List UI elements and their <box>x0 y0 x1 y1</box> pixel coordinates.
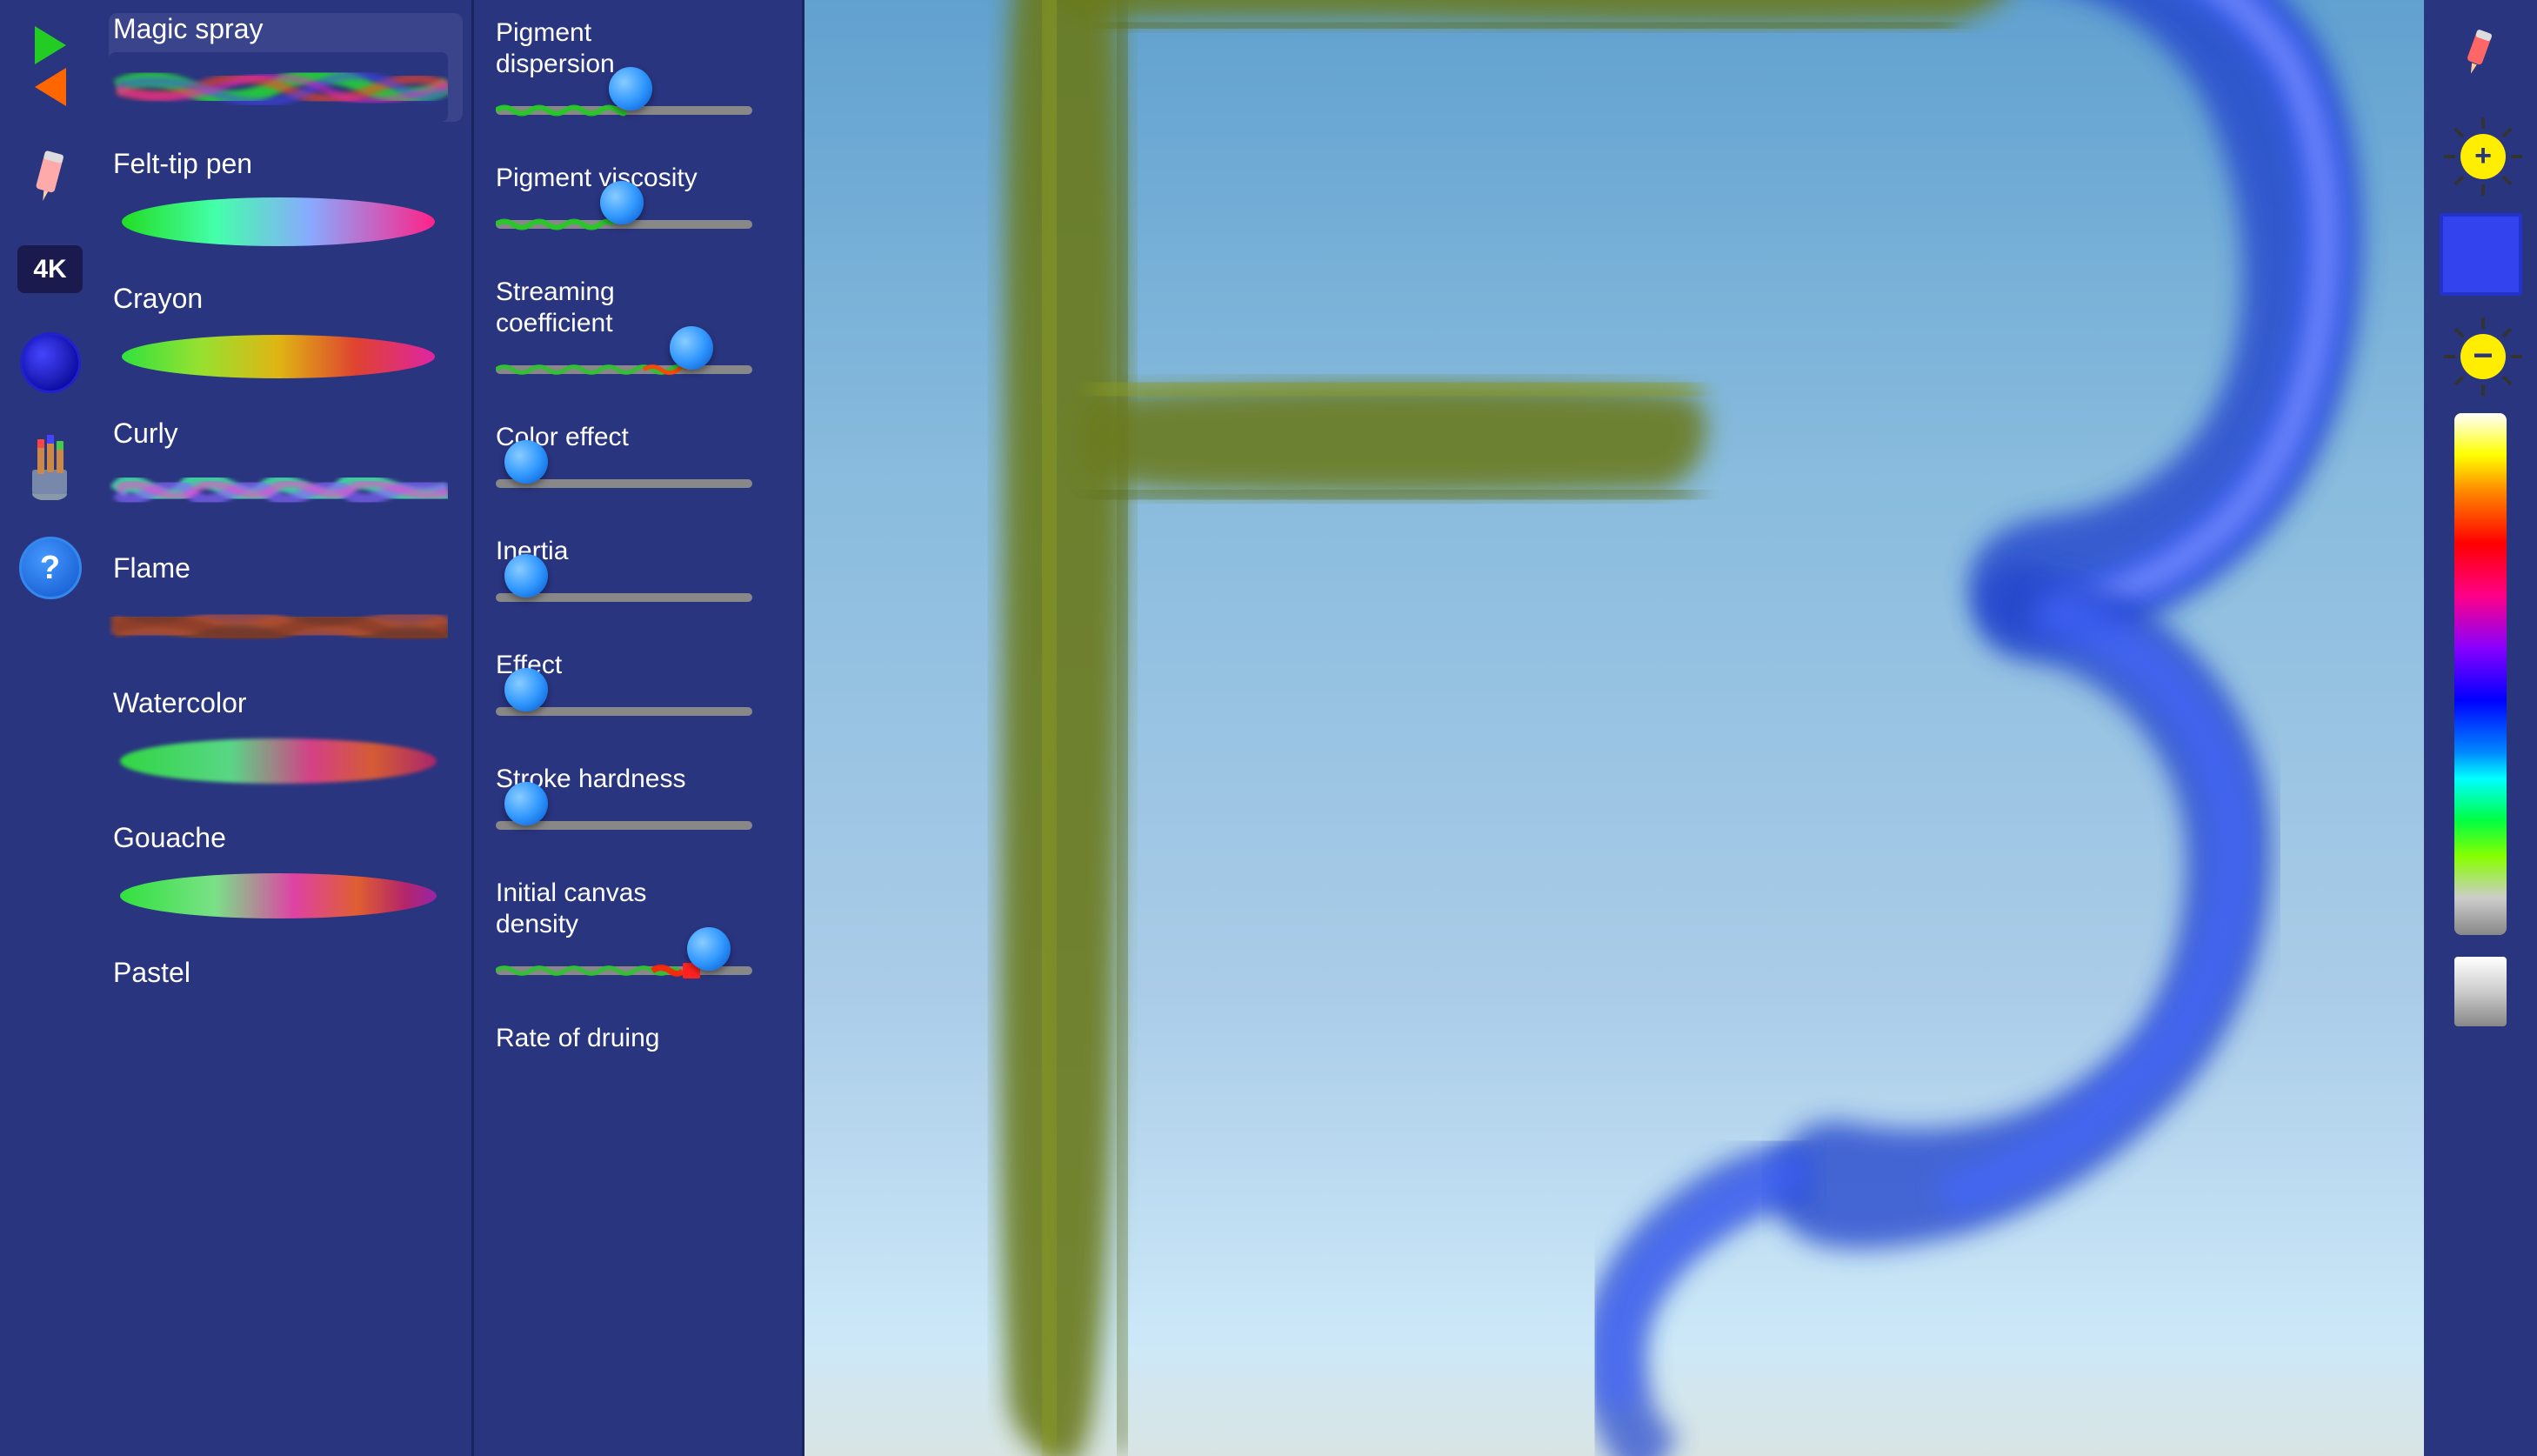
setting-label-streaming: Streaming coefficient <box>496 277 780 339</box>
brush-name-watercolor: Watercolor <box>109 687 463 719</box>
brush-item-curly[interactable]: Curly <box>109 417 463 526</box>
brush-preview-flame <box>109 591 448 661</box>
brightness-minus-button[interactable]: − <box>2440 313 2522 396</box>
slider-thumb-effect[interactable] <box>504 668 548 711</box>
right-pencil-button[interactable] <box>2446 17 2515 87</box>
circle-tool-button[interactable] <box>16 328 85 397</box>
left-toolbar: 4K ? <box>0 0 100 1456</box>
svg-text:+: + <box>2474 139 2492 172</box>
slider-thumb-color-effect[interactable] <box>504 440 548 484</box>
brush-item-felt-tip-pen[interactable]: Felt-tip pen <box>109 148 463 257</box>
settings-panel: Pigment dispersion Pigment viscosity Str… <box>474 0 804 1456</box>
brush-name-magic-spray: Magic spray <box>109 13 463 45</box>
brush-preview-curly <box>109 457 448 526</box>
current-color-swatch[interactable] <box>2440 213 2522 296</box>
pencil-tool-button[interactable] <box>16 141 85 210</box>
setting-color-effect: Color effect <box>496 422 780 505</box>
setting-pigment-dispersion: Pigment dispersion <box>496 17 780 132</box>
slider-thumb-initial-canvas-density[interactable] <box>687 927 731 971</box>
forward-arrow-icon[interactable] <box>35 26 66 64</box>
setting-streaming-coefficient: Streaming coefficient <box>496 277 780 391</box>
color-picker-strip[interactable] <box>2454 413 2507 935</box>
brush-panel: Magic spray Felt-tip pen <box>100 0 474 1456</box>
brush-preview-magic-spray <box>109 52 448 122</box>
brush-name-gouache: Gouache <box>109 822 463 854</box>
circle-tool-icon <box>20 332 81 393</box>
slider-thumb-pigment-dispersion[interactable] <box>609 67 652 110</box>
setting-rate-of-drying: Rate of druing <box>496 1023 780 1054</box>
brush-preview-watercolor <box>109 726 448 796</box>
navigation-arrows[interactable] <box>35 26 66 106</box>
brush-name-flame: Flame <box>109 552 463 584</box>
back-arrow-icon[interactable] <box>35 68 66 106</box>
brushes-tool-button[interactable] <box>16 432 85 502</box>
brush-name-curly: Curly <box>109 417 463 450</box>
brush-name-pastel: Pastel <box>109 957 463 989</box>
help-button[interactable]: ? <box>19 537 82 599</box>
right-toolbar: + − <box>2424 0 2537 1456</box>
setting-label-rate-of-drying: Rate of druing <box>496 1023 780 1054</box>
grey-color-swatch[interactable] <box>2454 957 2507 1026</box>
brush-item-magic-spray[interactable]: Magic spray <box>109 13 463 122</box>
brush-item-pastel[interactable]: Pastel <box>109 957 463 989</box>
brush-preview-gouache <box>109 861 448 931</box>
setting-label-initial-canvas-density: Initial canvas density <box>496 878 780 940</box>
setting-stroke-hardness: Stroke hardness <box>496 764 780 847</box>
brush-item-watercolor[interactable]: Watercolor <box>109 687 463 796</box>
brush-name-crayon: Crayon <box>109 283 463 315</box>
setting-inertia: Inertia <box>496 536 780 619</box>
svg-text:−: − <box>2473 337 2493 375</box>
brush-item-flame[interactable]: Flame <box>109 552 463 661</box>
brush-preview-felt-tip-pen <box>109 187 448 257</box>
brush-item-gouache[interactable]: Gouache <box>109 822 463 931</box>
slider-thumb-stroke-hardness[interactable] <box>504 782 548 825</box>
setting-pigment-viscosity: Pigment viscosity <box>496 163 780 246</box>
canvas-area[interactable] <box>804 0 2424 1456</box>
brightness-plus-button[interactable]: + <box>2440 113 2522 196</box>
slider-thumb-inertia[interactable] <box>504 554 548 598</box>
brush-preview-crayon <box>109 322 448 391</box>
brush-name-felt-tip-pen: Felt-tip pen <box>109 148 463 180</box>
setting-effect: Effect <box>496 650 780 733</box>
setting-initial-canvas-density: Initial canvas density <box>496 878 780 992</box>
brush-item-crayon[interactable]: Crayon <box>109 283 463 391</box>
slider-thumb-streaming[interactable] <box>670 326 713 370</box>
slider-thumb-pigment-viscosity[interactable] <box>600 181 644 224</box>
k4-button[interactable]: 4K <box>17 245 83 293</box>
